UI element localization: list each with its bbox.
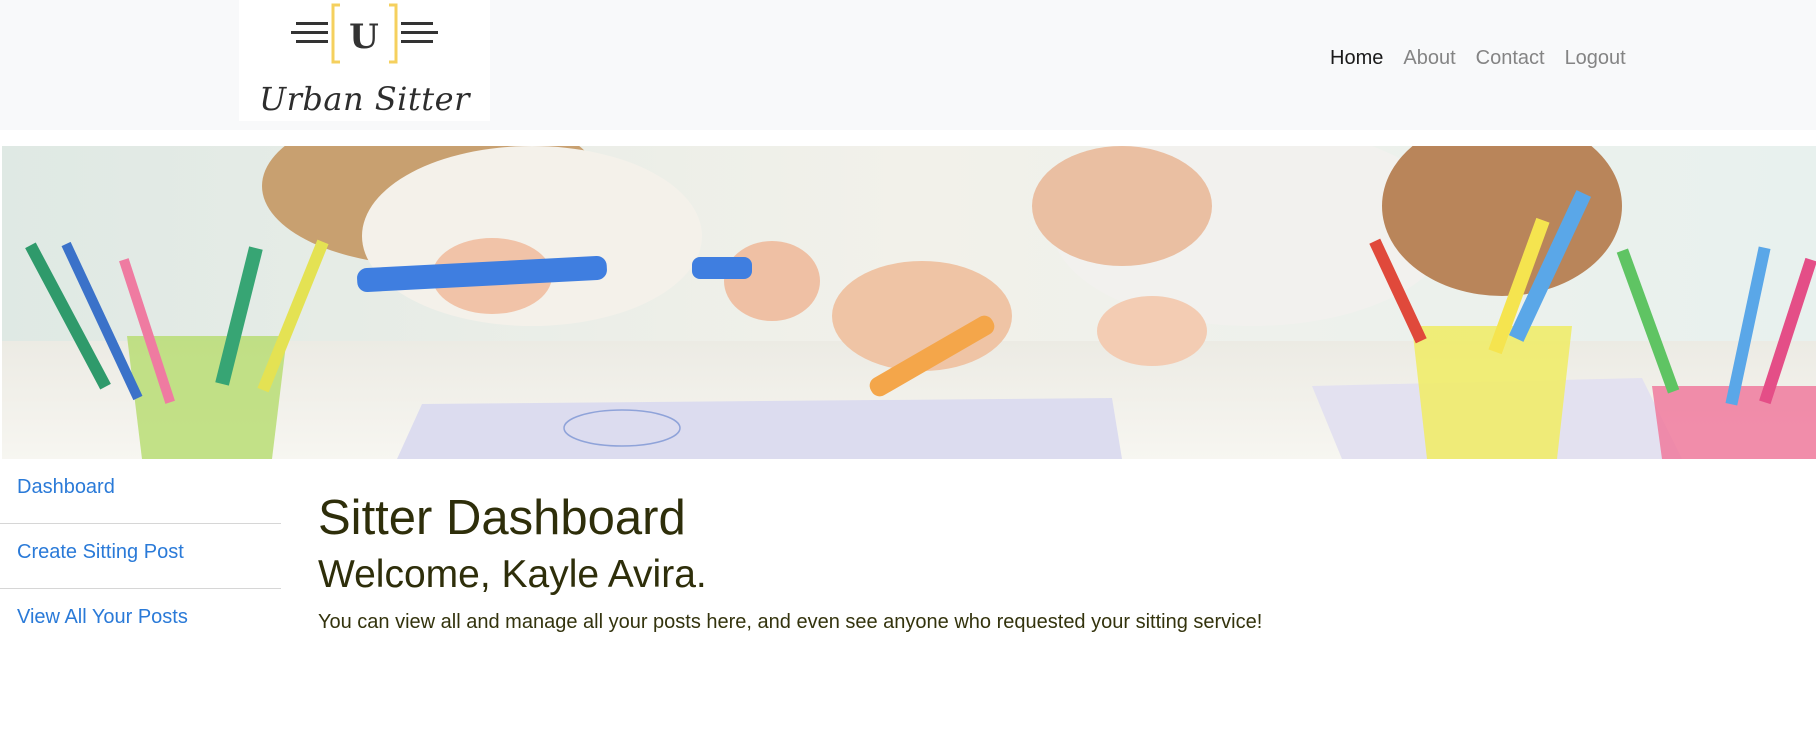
hero-image: [2, 146, 1816, 459]
logo-letter: U: [349, 17, 379, 57]
main-nav: Home About Contact Logout: [1320, 47, 1636, 70]
nav-contact[interactable]: Contact: [1466, 47, 1555, 70]
main-content: Sitter Dashboard Welcome, Kayle Avira. Y…: [318, 490, 1718, 634]
nav-logout[interactable]: Logout: [1555, 47, 1636, 70]
sidebar-item-create-post[interactable]: Create Sitting Post: [0, 524, 281, 589]
nav-about[interactable]: About: [1393, 47, 1465, 70]
brand-logo[interactable]: U Urban Sitter: [239, 0, 490, 121]
logo-mark-icon: U: [291, 3, 438, 64]
nav-home[interactable]: Home: [1320, 47, 1393, 70]
hero-banner: [2, 146, 1816, 459]
top-navbar: U Urban Sitter Home About Contact Logout: [0, 0, 1816, 130]
sidebar-item-view-posts[interactable]: View All Your Posts: [0, 589, 281, 654]
sidebar-item-dashboard[interactable]: Dashboard: [0, 459, 281, 524]
brand-name: Urban Sitter: [259, 80, 470, 118]
sidebar: Dashboard Create Sitting Post View All Y…: [0, 459, 281, 654]
page-title: Sitter Dashboard: [318, 491, 686, 545]
intro-text: You can view all and manage all your pos…: [318, 611, 1263, 633]
welcome-heading: Welcome, Kayle Avira.: [318, 553, 707, 596]
